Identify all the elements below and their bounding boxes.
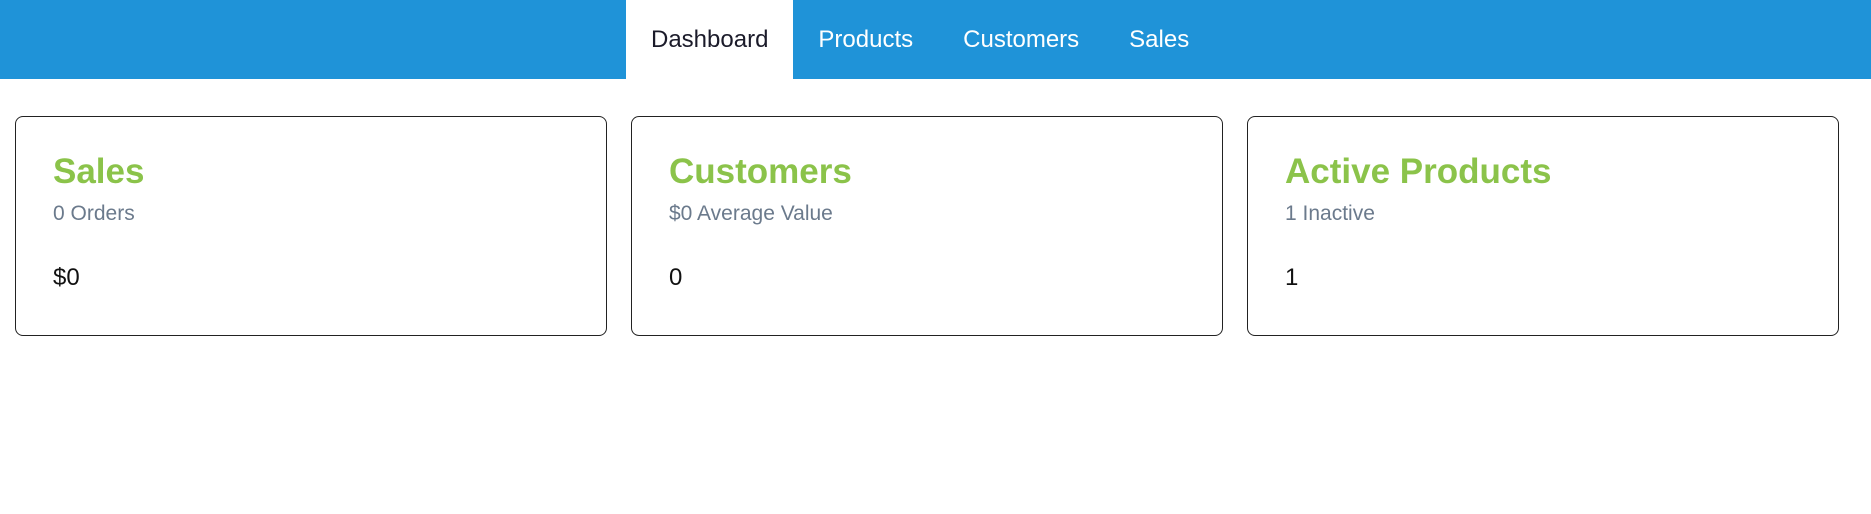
active-products-card-subtitle: 1 Inactive bbox=[1285, 202, 1375, 225]
summary-cards: Sales 0 Orders $0 Customers $0 Average V… bbox=[15, 116, 1839, 336]
customers-card-title: Customers bbox=[669, 152, 852, 191]
nav-tabs: Dashboard Products Customers Sales bbox=[626, 0, 1214, 79]
customers-card-subtitle: $0 Average Value bbox=[669, 202, 833, 225]
tab-products[interactable]: Products bbox=[793, 0, 938, 79]
active-products-card: Active Products 1 Inactive 1 bbox=[1247, 116, 1839, 336]
top-navbar: Dashboard Products Customers Sales bbox=[0, 0, 1871, 79]
active-products-card-title: Active Products bbox=[1285, 152, 1552, 191]
sales-card-title: Sales bbox=[53, 152, 145, 191]
tab-dashboard[interactable]: Dashboard bbox=[626, 0, 794, 79]
active-products-card-value: 1 bbox=[1285, 264, 1299, 292]
customers-card-value: 0 bbox=[669, 264, 683, 292]
sales-card: Sales 0 Orders $0 bbox=[15, 116, 607, 336]
customers-card: Customers $0 Average Value 0 bbox=[631, 116, 1223, 336]
tab-customers[interactable]: Customers bbox=[938, 0, 1104, 79]
sales-card-subtitle: 0 Orders bbox=[53, 202, 135, 225]
sales-card-value: $0 bbox=[53, 264, 80, 292]
tab-sales[interactable]: Sales bbox=[1104, 0, 1214, 79]
